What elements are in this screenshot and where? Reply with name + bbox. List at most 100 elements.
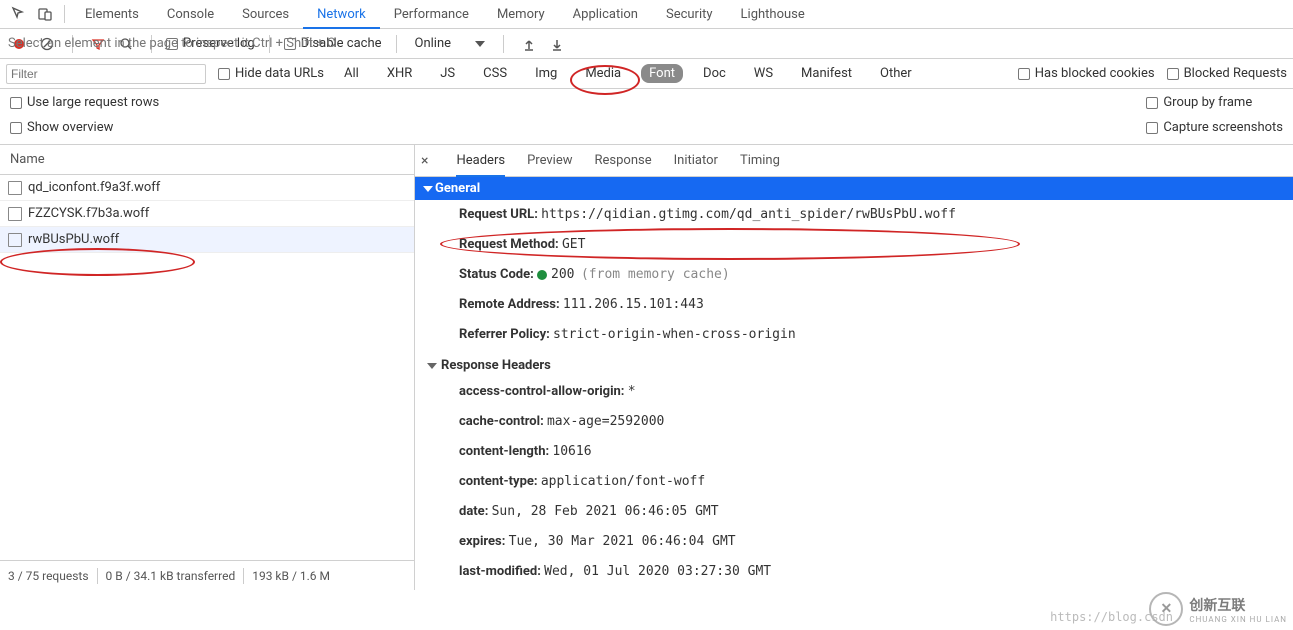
kv-content-type: content-type: application/font-woff [415,467,1293,497]
disclosure-triangle-icon [423,186,433,192]
type-doc[interactable]: Doc [695,64,734,83]
filter-icon[interactable] [87,33,109,55]
close-icon[interactable]: × [421,153,428,169]
request-row[interactable]: FZZCYSK.f7b3a.woff [0,201,414,227]
blocked-requests-checkbox[interactable]: Blocked Requests [1167,66,1287,81]
detail-tab-preview[interactable]: Preview [527,145,572,177]
logo-icon: ✕ [1149,592,1183,626]
show-overview-checkbox[interactable]: Show overview [10,120,159,135]
upload-har-icon[interactable] [518,33,540,55]
detail-tab-headers[interactable]: Headers [456,145,505,177]
kv-last-modified: last-modified: Wed, 01 Jul 2020 03:27:30… [415,557,1293,587]
download-har-icon[interactable] [546,33,568,55]
general-title: General [435,181,480,196]
disclosure-triangle-icon [427,363,437,369]
device-toggle-icon[interactable] [32,1,58,27]
clear-icon[interactable] [36,33,58,55]
watermark-brand: 创新互联 [1189,595,1287,615]
detail-tabs: × Headers Preview Response Initiator Tim… [415,145,1293,177]
request-name: qd_iconfont.f9a3f.woff [28,180,160,195]
request-list-panel: Name qd_iconfont.f9a3f.woff FZZCYSK.f7b3… [0,145,415,590]
group-by-frame-checkbox[interactable]: Group by frame [1146,95,1283,110]
group-by-frame-label: Group by frame [1163,95,1252,110]
status-dot-icon [537,270,547,280]
type-manifest[interactable]: Manifest [793,64,860,83]
kv-status-code: Status Code: 200 (from memory cache) [415,260,1293,290]
type-img[interactable]: Img [527,64,565,83]
type-js[interactable]: JS [432,64,463,83]
status-bar: 3 / 75 requests 0 B / 34.1 kB transferre… [0,560,414,590]
network-toolbar: Select an element in the page to inspect… [0,29,1293,59]
response-headers-title: Response Headers [441,358,551,373]
tab-sources[interactable]: Sources [228,0,303,29]
kv-request-url: Request URL: https://qidian.gtimg.com/qd… [415,200,1293,230]
filter-input[interactable] [6,64,206,84]
throttling-select[interactable]: Online [411,36,490,51]
request-row[interactable]: qd_iconfont.f9a3f.woff [0,175,414,201]
type-ws[interactable]: WS [746,64,781,83]
inspect-icon[interactable] [6,1,32,27]
type-xhr[interactable]: XHR [379,64,420,83]
file-icon [8,207,22,221]
options-row: Use large request rows Show overview Gro… [0,89,1293,145]
detail-panel: × Headers Preview Response Initiator Tim… [415,145,1293,590]
main-split: Name qd_iconfont.f9a3f.woff FZZCYSK.f7b3… [0,145,1293,590]
name-column-header[interactable]: Name [0,145,414,175]
has-blocked-cookies-label: Has blocked cookies [1035,66,1155,81]
detail-tab-timing[interactable]: Timing [740,145,780,177]
kv-request-method: Request Method: GET [415,230,1293,260]
type-other[interactable]: Other [872,64,920,83]
preserve-log-checkbox[interactable]: Preserve log [166,36,255,51]
status-requests: 3 / 75 requests [8,569,89,583]
search-icon[interactable] [115,33,137,55]
devtools-tabstrip: Elements Console Sources Network Perform… [0,0,1293,29]
hide-data-urls-label: Hide data URLs [235,66,324,81]
show-overview-label: Show overview [27,120,113,135]
watermark-logo: ✕ 创新互联 CHUANG XIN HU LIAN [1149,592,1287,626]
kv-expires: expires: Tue, 30 Mar 2021 06:46:04 GMT [415,527,1293,557]
blocked-requests-label: Blocked Requests [1184,66,1287,81]
large-rows-label: Use large request rows [27,95,159,110]
disable-cache-checkbox[interactable]: Disable cache [284,36,382,51]
request-name: rwBUsPbU.woff [28,232,119,247]
has-blocked-cookies-checkbox[interactable]: Has blocked cookies [1018,66,1155,81]
kv-referrer-policy: Referrer Policy: strict-origin-when-cros… [415,320,1293,350]
request-name: FZZCYSK.f7b3a.woff [28,206,149,221]
type-all[interactable]: All [336,64,367,83]
type-font[interactable]: Font [641,64,683,83]
tab-elements[interactable]: Elements [71,0,153,29]
status-transferred: 0 B / 34.1 kB transferred [106,569,236,583]
kv-date: date: Sun, 28 Feb 2021 06:46:05 GMT [415,497,1293,527]
type-media[interactable]: Media [577,64,629,83]
kv-remote-address: Remote Address: 111.206.15.101:443 [415,290,1293,320]
request-row[interactable]: rwBUsPbU.woff [0,227,414,253]
detail-tab-response[interactable]: Response [595,145,652,177]
tab-network[interactable]: Network [303,0,380,29]
response-headers-section-header[interactable]: Response Headers [415,350,1293,377]
tab-lighthouse[interactable]: Lighthouse [727,0,819,29]
tab-performance[interactable]: Performance [380,0,483,29]
throttling-value: Online [415,36,452,51]
record-icon[interactable] [8,33,30,55]
watermark-sub: CHUANG XIN HU LIAN [1189,615,1287,624]
disable-cache-label: Disable cache [301,36,382,51]
filter-bar: Hide data URLs All XHR JS CSS Img Media … [0,59,1293,89]
capture-screenshots-label: Capture screenshots [1163,120,1283,135]
file-icon [8,181,22,195]
capture-screenshots-checkbox[interactable]: Capture screenshots [1146,120,1283,135]
tab-memory[interactable]: Memory [483,0,559,29]
file-icon [8,233,22,247]
detail-tab-initiator[interactable]: Initiator [674,145,718,177]
general-section-header[interactable]: General [415,177,1293,200]
kv-acao: access-control-allow-origin: * [415,377,1293,407]
kv-content-length: content-length: 10616 [415,437,1293,467]
preserve-log-label: Preserve log [183,36,255,51]
tab-console[interactable]: Console [153,0,228,29]
tab-application[interactable]: Application [559,0,652,29]
type-css[interactable]: CSS [475,64,515,83]
kv-server: server: NWSs [415,587,1293,590]
hide-data-urls-checkbox[interactable]: Hide data URLs [218,66,324,81]
status-resources: 193 kB / 1.6 M [252,569,330,583]
large-rows-checkbox[interactable]: Use large request rows [10,95,159,110]
tab-security[interactable]: Security [652,0,727,29]
